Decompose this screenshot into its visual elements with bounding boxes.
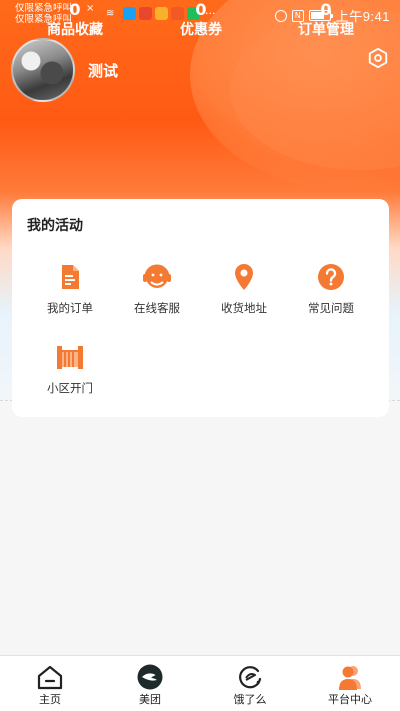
stat-coupons-count: 0 bbox=[195, 0, 207, 19]
activity-faq[interactable]: 常见问题 bbox=[291, 262, 371, 316]
activity-card: 我的活动 我的订单 在线客服 收货地址 常见问题 小区开门 bbox=[12, 199, 389, 417]
activity-my-orders-label: 我的订单 bbox=[47, 301, 93, 315]
home-icon bbox=[37, 665, 63, 690]
meituan-icon bbox=[137, 664, 163, 690]
activity-shipping-address-label: 收货地址 bbox=[221, 301, 267, 315]
nav-meituan-label: 美团 bbox=[139, 693, 161, 706]
activity-title: 我的活动 bbox=[27, 218, 83, 234]
settings-button[interactable] bbox=[366, 46, 390, 70]
stat-orders-label: 订单管理 bbox=[298, 22, 354, 38]
platform-user-icon bbox=[339, 666, 361, 690]
activity-online-service[interactable]: 在线客服 bbox=[117, 262, 197, 316]
question-icon bbox=[318, 264, 344, 290]
eleme-icon bbox=[239, 666, 262, 689]
location-pin-icon bbox=[235, 264, 253, 290]
nav-platform-center-label: 平台中心 bbox=[328, 693, 372, 706]
gate-icon bbox=[57, 346, 83, 369]
nav-meituan[interactable]: 美团 bbox=[100, 656, 200, 711]
order-icon bbox=[62, 265, 79, 289]
activity-community-gate-label: 小区开门 bbox=[47, 381, 93, 395]
stat-favorites[interactable]: 0 商品收藏 bbox=[25, 0, 125, 40]
avatar[interactable] bbox=[11, 38, 75, 102]
activity-faq-label: 常见问题 bbox=[308, 301, 354, 315]
hexagon-settings-icon bbox=[368, 47, 388, 69]
username[interactable]: 测试 bbox=[88, 60, 118, 81]
nav-eleme-label: 饿了么 bbox=[233, 693, 267, 706]
nav-platform-center[interactable]: 平台中心 bbox=[300, 656, 400, 711]
stat-orders[interactable]: 0 订单管理 bbox=[276, 0, 376, 40]
bottom-navigation: 主页 美团 饿了么 平台中心 bbox=[0, 655, 400, 711]
nav-home-label: 主页 bbox=[39, 693, 61, 706]
stat-coupons[interactable]: 0 优惠券 bbox=[151, 0, 251, 40]
activity-online-service-label: 在线客服 bbox=[134, 301, 180, 315]
activity-community-gate[interactable]: 小区开门 bbox=[30, 342, 110, 396]
activity-my-orders[interactable]: 我的订单 bbox=[30, 262, 110, 316]
headset-icon bbox=[143, 264, 171, 288]
stat-coupons-label: 优惠券 bbox=[180, 22, 222, 38]
stat-favorites-count: 0 bbox=[69, 0, 81, 19]
stat-favorites-label: 商品收藏 bbox=[47, 22, 103, 38]
activity-shipping-address[interactable]: 收货地址 bbox=[204, 262, 284, 316]
nav-eleme[interactable]: 饿了么 bbox=[200, 656, 300, 711]
stat-orders-count: 0 bbox=[320, 0, 332, 19]
nav-home[interactable]: 主页 bbox=[0, 656, 100, 711]
